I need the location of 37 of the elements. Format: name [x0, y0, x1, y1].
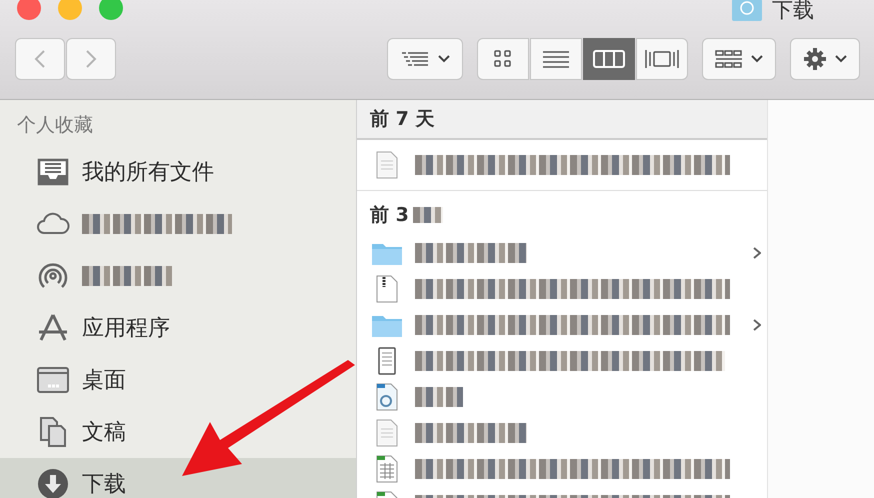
back-icon	[34, 48, 46, 68]
list-view-icon	[542, 48, 570, 68]
caret-icon	[835, 54, 847, 62]
view-mode-tab[interactable]	[636, 38, 688, 80]
cover-flow-icon	[644, 48, 680, 68]
view-mode-tab[interactable]	[477, 38, 529, 80]
download-icon	[36, 468, 70, 498]
view-mode-tab[interactable]	[530, 38, 582, 80]
tray-icon	[36, 156, 70, 188]
column-view-icon	[593, 48, 625, 68]
view-mode-tab[interactable]	[583, 38, 635, 80]
arrange-button[interactable]	[387, 38, 463, 80]
sidebar-item[interactable]: 下载	[0, 458, 356, 498]
settings-icon	[803, 46, 827, 70]
close-button[interactable]	[17, 0, 41, 20]
group-icon	[715, 48, 743, 68]
sidebar-heading: 个人收藏	[16, 113, 94, 138]
group-button[interactable]	[702, 38, 776, 80]
sidebar-item[interactable]: 文稿	[0, 406, 356, 458]
pixelated-text	[415, 387, 463, 407]
forward-icon	[85, 48, 97, 68]
settings-button[interactable]	[790, 38, 860, 80]
section-title: 前 3	[370, 203, 409, 228]
chevron-icon	[753, 247, 761, 259]
caret-icon	[751, 54, 763, 62]
window-title: 下载	[772, 0, 814, 24]
arrange-icon	[400, 50, 430, 66]
icon-view-icon	[493, 48, 513, 68]
pixelated-text	[412, 207, 443, 223]
section-title: 前 7 天	[370, 107, 434, 132]
chevron-icon	[753, 319, 761, 331]
folder-icon	[732, 0, 762, 21]
sidebar-item[interactable]: 应用程序	[0, 302, 356, 354]
sidebar-item[interactable]: 桌面	[0, 354, 356, 406]
sidebar-item[interactable]: 我的所有文件	[0, 146, 356, 198]
caret-icon	[438, 54, 450, 62]
desktop-icon	[36, 364, 70, 396]
